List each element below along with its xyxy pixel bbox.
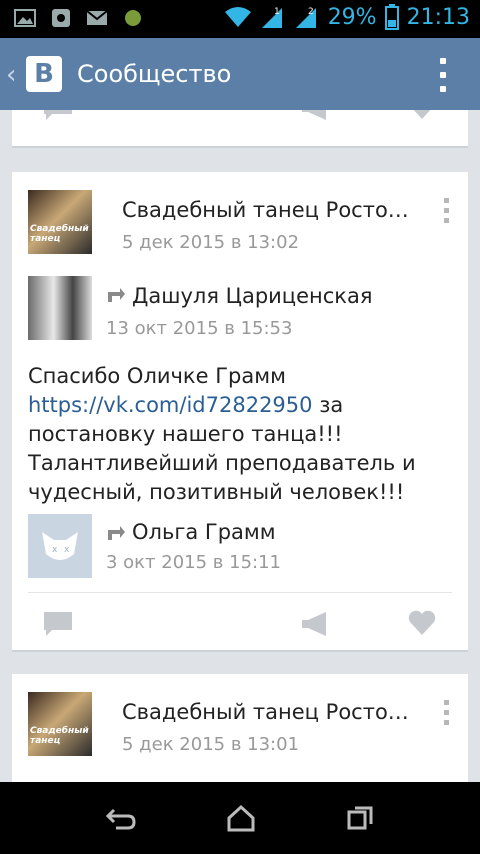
heart-icon[interactable] xyxy=(408,610,436,636)
group-name[interactable]: Свадебный танец Росто… xyxy=(122,700,409,724)
repost-author-name[interactable]: Дашуля Цариценская xyxy=(132,284,372,308)
vk-logo[interactable]: B xyxy=(26,56,62,92)
avatar-caption: Свадебный танец xyxy=(30,726,89,746)
group-avatar[interactable]: Свадебный танец xyxy=(28,692,92,756)
post-text-link[interactable]: https://vk.com/id72822950 xyxy=(28,393,313,417)
android-icon xyxy=(125,10,141,26)
page-title: Сообщество xyxy=(77,60,232,88)
share-icon[interactable] xyxy=(300,610,330,638)
repost-source: Дашуля Цариценская 13 окт 2015 в 15:53 xyxy=(28,276,452,344)
avatar-caption: Свадебный танец xyxy=(30,224,89,244)
author-name[interactable]: Ольга Грамм xyxy=(132,520,276,544)
post-date: 5 дек 2015 в 13:01 xyxy=(122,734,300,755)
post-text-plain: Спасибо Оличке Грамм xyxy=(28,364,286,388)
instagram-icon xyxy=(52,9,70,27)
group-avatar[interactable]: Свадебный танец xyxy=(28,190,92,254)
dog-placeholder-icon: xx xyxy=(42,532,78,560)
gallery-icon xyxy=(14,9,36,27)
comment-icon[interactable] xyxy=(42,610,74,638)
comment-icon[interactable] xyxy=(42,110,74,122)
repost-date: 13 окт 2015 в 15:53 xyxy=(106,318,293,339)
divider xyxy=(28,592,452,593)
post-card-partial xyxy=(12,110,468,148)
repost-avatar[interactable] xyxy=(28,276,92,340)
post-card: Свадебный танец Свадебный танец Росто… 5… xyxy=(12,674,468,782)
post-card: Свадебный танец Свадебный танец Росто… 5… xyxy=(12,172,468,652)
mail-icon xyxy=(86,10,108,25)
recent-apps-icon[interactable] xyxy=(346,804,376,832)
signal-2-icon: 2 xyxy=(295,7,316,28)
status-bar: 1 2 29% 21:13 xyxy=(0,0,480,38)
home-icon[interactable] xyxy=(226,804,256,832)
repost-icon xyxy=(108,526,125,540)
post-header: Свадебный танец Свадебный танец Росто… 5… xyxy=(28,692,452,762)
signal-1-icon: 1 xyxy=(261,7,282,28)
svg-text:2: 2 xyxy=(308,7,314,17)
back-chevron-icon[interactable]: ‹ xyxy=(6,60,16,90)
action-bar xyxy=(12,110,468,140)
action-bar xyxy=(12,598,468,648)
post-header: Свадебный танец Свадебный танец Росто… 5… xyxy=(28,190,452,260)
group-name[interactable]: Свадебный танец Росто… xyxy=(122,198,409,222)
system-nav-bar xyxy=(0,782,480,854)
repost-icon xyxy=(108,288,125,302)
battery-icon xyxy=(384,4,399,30)
svg-text:x: x xyxy=(64,545,70,555)
more-options-icon[interactable] xyxy=(444,198,452,223)
clock: 21:13 xyxy=(406,4,470,30)
wifi-icon xyxy=(224,7,251,27)
share-icon[interactable] xyxy=(300,110,330,122)
back-icon[interactable] xyxy=(106,804,136,832)
post-date: 5 дек 2015 в 13:02 xyxy=(122,232,300,253)
heart-icon[interactable] xyxy=(408,110,436,120)
battery-percent: 29% xyxy=(327,4,377,30)
app-header: ‹ B Сообщество xyxy=(0,38,480,110)
feed[interactable]: Свадебный танец Свадебный танец Росто… 5… xyxy=(0,110,480,782)
more-options-icon[interactable] xyxy=(444,700,452,725)
author-avatar[interactable]: xx xyxy=(28,514,92,578)
author-date: 3 окт 2015 в 15:11 xyxy=(106,552,281,573)
svg-text:x: x xyxy=(52,545,58,555)
post-text: Спасибо Оличке Грамм https://vk.com/id72… xyxy=(28,362,458,507)
overflow-menu-button[interactable] xyxy=(436,58,450,92)
svg-text:1: 1 xyxy=(274,7,280,17)
